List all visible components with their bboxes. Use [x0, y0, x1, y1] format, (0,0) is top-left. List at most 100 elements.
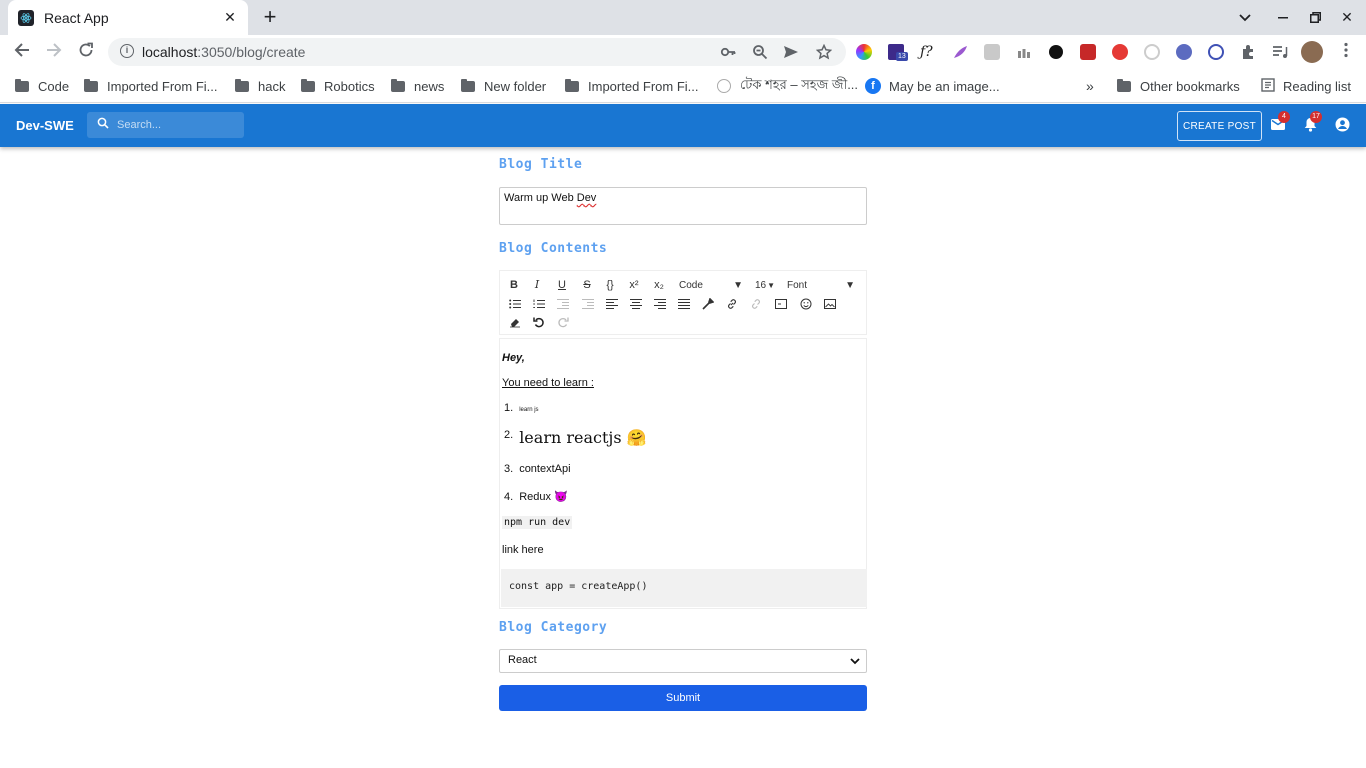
- content-link[interactable]: link here: [502, 544, 544, 556]
- color-picker-icon[interactable]: [700, 297, 716, 314]
- inline-code: npm run dev: [502, 516, 573, 529]
- folder-icon: [1117, 78, 1131, 92]
- other-bookmarks-folder[interactable]: Other bookmarks: [1117, 77, 1240, 95]
- bookmark-folder[interactable]: New folder: [461, 77, 546, 95]
- gallery-extension-icon[interactable]: [1080, 44, 1096, 60]
- block-format-select[interactable]: Code ▼: [676, 277, 746, 293]
- font-size-select[interactable]: 16 ▼: [752, 277, 778, 293]
- list-item: 1. learn js: [504, 402, 539, 414]
- outdent-icon[interactable]: [555, 298, 571, 314]
- close-window-button[interactable]: ✕: [1332, 0, 1362, 35]
- image-icon[interactable]: [822, 298, 838, 314]
- notifications-bell-icon[interactable]: 17: [1302, 111, 1322, 133]
- folder-icon: [84, 78, 98, 92]
- unordered-list-icon[interactable]: [507, 298, 523, 314]
- bookmark-folder[interactable]: news: [391, 77, 444, 95]
- address-bar[interactable]: i localhost:3050/blog/create: [108, 38, 846, 66]
- bold-button[interactable]: B: [506, 277, 522, 293]
- bars-extension-icon[interactable]: [1016, 44, 1032, 60]
- window-extension-icon[interactable]: [984, 44, 1000, 60]
- profile-avatar[interactable]: [1301, 41, 1323, 63]
- browser-toolbar: i localhost:3050/blog/create 13 ƒ?: [0, 35, 1366, 69]
- redo-icon[interactable]: [555, 316, 571, 332]
- blog-title-label: Blog Title: [499, 157, 583, 172]
- github-cat-extension-icon[interactable]: [1048, 44, 1064, 60]
- ordered-list-icon[interactable]: [531, 298, 547, 314]
- blog-title-input[interactable]: Warm up Web Dev: [499, 187, 867, 225]
- bookmark-folder[interactable]: Robotics: [301, 77, 375, 95]
- account-circle-icon[interactable]: [1334, 117, 1350, 133]
- subscript-button[interactable]: x₂: [651, 277, 667, 293]
- font-extension-icon[interactable]: ƒ?: [920, 44, 936, 60]
- circle-extension-icon[interactable]: [1144, 44, 1160, 60]
- embed-icon[interactable]: [773, 298, 789, 314]
- reading-list-button[interactable]: Reading list: [1261, 77, 1351, 95]
- bookmark-link[interactable]: টেক শহর – সহজ জী...: [717, 77, 858, 95]
- align-right-icon[interactable]: [652, 298, 668, 314]
- url-text: localhost:3050/blog/create: [142, 44, 306, 60]
- facebook-icon: f: [865, 78, 881, 94]
- bookmark-folder[interactable]: Imported From Fi...: [84, 77, 218, 95]
- tab-close-icon[interactable]: ✕: [222, 9, 238, 26]
- search-input[interactable]: [117, 117, 237, 133]
- feather-extension-icon[interactable]: [952, 44, 968, 60]
- dropdown-caret-icon: ▼: [733, 279, 743, 291]
- color-picker-extension-icon[interactable]: [856, 44, 872, 60]
- create-post-button[interactable]: CREATE POST: [1177, 111, 1262, 141]
- superscript-button[interactable]: x²: [626, 277, 642, 293]
- content-intro: You need to learn :: [502, 377, 594, 389]
- code-button[interactable]: {}: [602, 277, 618, 293]
- unlink-icon[interactable]: [748, 298, 764, 314]
- align-justify-icon[interactable]: [676, 298, 692, 314]
- graduation-extension-icon[interactable]: 13: [888, 44, 908, 61]
- hand-extension-icon[interactable]: [1112, 44, 1128, 60]
- bookmark-star-icon[interactable]: [815, 43, 833, 60]
- dropdown-caret-icon: ▼: [767, 280, 775, 290]
- zoom-icon[interactable]: [752, 44, 768, 60]
- bookmark-link[interactable]: f May be an image...: [865, 77, 1000, 95]
- swirl-extension-icon[interactable]: [1208, 44, 1224, 60]
- minimize-button[interactable]: [1268, 0, 1298, 35]
- submit-button[interactable]: Submit: [499, 685, 867, 711]
- site-info-icon[interactable]: i: [120, 44, 134, 58]
- strikethrough-button[interactable]: S: [579, 277, 595, 293]
- blog-category-select[interactable]: React: [499, 649, 867, 673]
- bookmark-folder[interactable]: hack: [235, 77, 285, 95]
- indent-icon[interactable]: [580, 298, 596, 314]
- blog-content-editor[interactable]: Hey, You need to learn : 1. learn js 2. le…: [499, 338, 867, 609]
- eraser-icon[interactable]: [507, 316, 523, 332]
- new-tab-button[interactable]: +: [258, 4, 282, 30]
- reload-icon[interactable]: [74, 40, 98, 64]
- send-icon[interactable]: [783, 44, 799, 60]
- link-icon[interactable]: [724, 298, 740, 314]
- more-bookmarks-chevron-icon[interactable]: »: [1086, 77, 1094, 95]
- undo-icon[interactable]: [531, 316, 547, 332]
- site-favicon-icon: [717, 79, 731, 93]
- forward-arrow-icon[interactable]: [42, 40, 66, 64]
- font-family-select[interactable]: Font ▼: [784, 277, 858, 293]
- folder-icon: [565, 78, 579, 92]
- align-left-icon[interactable]: [604, 298, 620, 314]
- restore-button[interactable]: [1300, 0, 1330, 35]
- key-icon[interactable]: [720, 44, 736, 60]
- bookmark-folder[interactable]: Imported From Fi...: [565, 77, 699, 95]
- browser-menu-icon[interactable]: [1334, 40, 1358, 64]
- media-control-icon[interactable]: [1272, 44, 1288, 60]
- align-center-icon[interactable]: [628, 298, 644, 314]
- browser-tab[interactable]: React App ✕: [8, 0, 248, 35]
- app-header: Dev-SWE CREATE POST 4 17: [0, 104, 1366, 147]
- puzzle-extensions-icon[interactable]: [1240, 44, 1256, 60]
- mail-button[interactable]: 4: [1270, 111, 1290, 133]
- tab-search-chevron-icon[interactable]: [1230, 0, 1260, 35]
- brand-logo[interactable]: Dev-SWE: [16, 118, 74, 133]
- wp-extension-icon[interactable]: [1176, 44, 1192, 60]
- bookmark-folder[interactable]: Code: [15, 77, 69, 95]
- search-box[interactable]: [87, 112, 244, 138]
- italic-button[interactable]: I: [529, 277, 545, 293]
- underline-button[interactable]: U: [554, 277, 570, 293]
- notification-badge: 17: [1310, 111, 1322, 123]
- emoji-icon[interactable]: [798, 298, 814, 314]
- reading-list-icon: [1261, 77, 1275, 95]
- list-item: 4. Redux 😈: [504, 491, 568, 503]
- back-arrow-icon[interactable]: [10, 40, 34, 64]
